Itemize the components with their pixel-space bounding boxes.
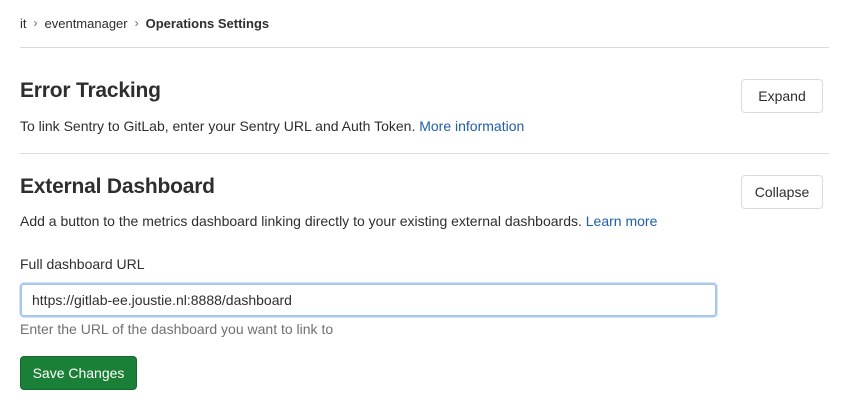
dashboard-url-help-text: Enter the URL of the dashboard you want …: [20, 321, 334, 337]
external-dashboard-description: Add a button to the metrics dashboard li…: [20, 213, 657, 229]
collapse-button[interactable]: Collapse: [741, 175, 823, 209]
error-tracking-description: To link Sentry to GitLab, enter your Sen…: [20, 118, 524, 134]
error-tracking-description-text: To link Sentry to GitLab, enter your Sen…: [20, 118, 416, 134]
error-tracking-title: Error Tracking: [20, 79, 161, 102]
divider: [20, 47, 829, 48]
learn-more-link[interactable]: Learn more: [586, 213, 658, 229]
external-dashboard-title: External Dashboard: [20, 175, 215, 198]
breadcrumb-current[interactable]: Operations Settings: [146, 16, 270, 31]
save-changes-button[interactable]: Save Changes: [20, 356, 137, 390]
dashboard-url-label: Full dashboard URL: [20, 256, 145, 272]
more-information-link[interactable]: More information: [419, 118, 524, 134]
divider: [20, 153, 829, 154]
operations-settings-page: it › eventmanager › Operations Settings …: [0, 0, 842, 412]
breadcrumb: it › eventmanager › Operations Settings: [20, 14, 269, 32]
expand-button[interactable]: Expand: [741, 79, 823, 113]
chevron-right-icon: ›: [33, 16, 38, 30]
breadcrumb-item-eventmanager[interactable]: eventmanager: [45, 16, 128, 31]
external-dashboard-description-text: Add a button to the metrics dashboard li…: [20, 213, 582, 229]
chevron-right-icon: ›: [134, 16, 139, 30]
dashboard-url-input[interactable]: [20, 283, 717, 317]
